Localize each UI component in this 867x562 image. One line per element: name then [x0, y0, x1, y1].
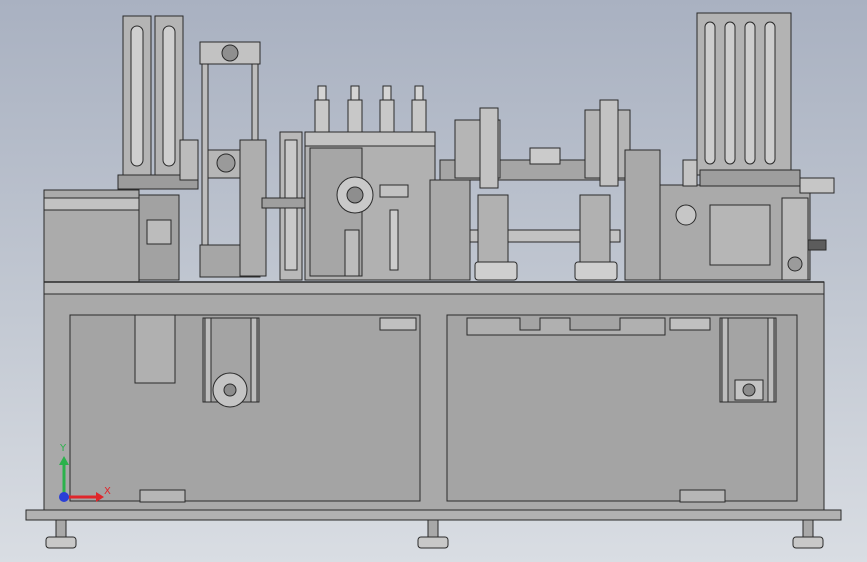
coordinate-triad	[59, 456, 104, 502]
cad-3d-viewport[interactable]: X Y	[0, 0, 867, 562]
y-axis-arrowhead	[59, 456, 69, 465]
x-axis-arrowhead	[96, 492, 104, 502]
x-axis-label: X	[104, 486, 111, 497]
z-axis-dot	[59, 492, 69, 502]
y-axis-label: Y	[60, 443, 67, 454]
